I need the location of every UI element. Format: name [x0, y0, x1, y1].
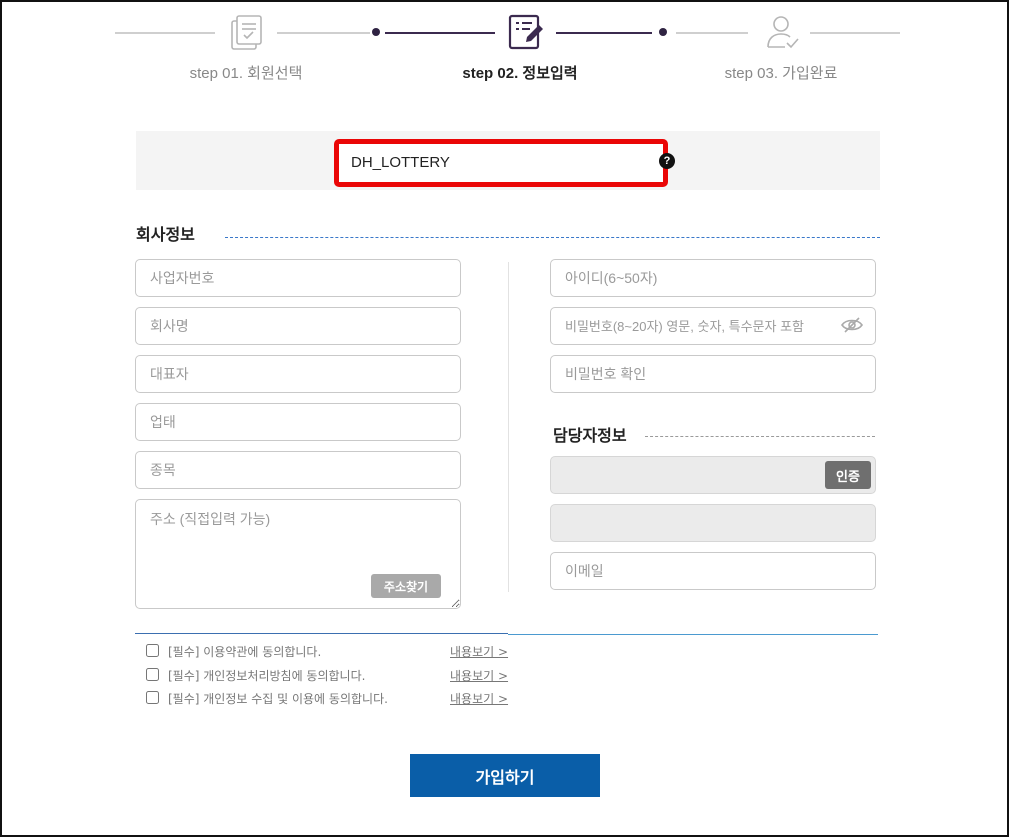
userid-input[interactable]	[550, 259, 876, 297]
password-input[interactable]	[550, 307, 876, 345]
step-dot	[659, 28, 667, 36]
user-check-icon	[767, 16, 799, 49]
document-check-icon	[231, 15, 262, 50]
form-divider	[508, 634, 878, 635]
business-item-input[interactable]	[135, 451, 461, 489]
terms-checkbox[interactable]	[146, 644, 159, 657]
step-line	[810, 32, 900, 34]
agreement-row: [필수] 개인정보 수집 및 이용에 동의합니다. 내용보기 >	[146, 690, 516, 708]
manager-name-input[interactable]	[550, 504, 876, 542]
step-line	[115, 32, 215, 34]
agreement-row: [필수] 이용약관에 동의합니다. 내용보기 >	[146, 643, 516, 661]
section-divider	[225, 237, 880, 238]
step-line-active	[385, 32, 495, 34]
email-input[interactable]	[550, 552, 876, 590]
address-search-button[interactable]: 주소찾기	[371, 574, 441, 598]
data-collection-checkbox[interactable]	[146, 691, 159, 704]
privacy-policy-checkbox[interactable]	[146, 668, 159, 681]
view-terms-link[interactable]: 내용보기 >	[450, 643, 508, 660]
column-divider	[508, 262, 509, 592]
verify-button[interactable]: 인증	[825, 461, 871, 489]
form-divider	[135, 633, 508, 634]
question-icon[interactable]: ?	[659, 153, 675, 169]
business-number-input[interactable]	[135, 259, 461, 297]
view-privacy-policy-link[interactable]: 내용보기 >	[450, 667, 508, 684]
section-divider	[645, 436, 875, 437]
step-1-label: step 01. 회원선택	[189, 65, 303, 82]
agreement-text: [필수] 개인정보 수집 및 이용에 동의합니다.	[168, 692, 388, 706]
company-name-input[interactable]	[135, 307, 461, 345]
agreement-row: [필수] 개인정보처리방침에 동의합니다. 내용보기 >	[146, 667, 516, 685]
step-line	[277, 32, 370, 34]
view-data-collection-link[interactable]: 내용보기 >	[450, 690, 508, 707]
step-dot	[372, 28, 380, 36]
signup-submit-button[interactable]: 가입하기	[410, 754, 600, 797]
agreement-text: [필수] 개인정보처리방침에 동의합니다.	[168, 669, 366, 683]
password-confirm-input[interactable]	[550, 355, 876, 393]
id-input[interactable]	[334, 139, 668, 187]
manager-info-title: 담당자정보	[553, 426, 627, 445]
representative-input[interactable]	[135, 355, 461, 393]
edit-document-icon	[508, 14, 543, 50]
step-2-label: step 02. 정보입력	[462, 65, 578, 82]
step-line-active	[556, 32, 652, 34]
business-type-input[interactable]	[135, 403, 461, 441]
step-line	[676, 32, 748, 34]
eye-off-icon[interactable]	[841, 317, 863, 333]
company-info-title: 회사정보	[136, 225, 195, 244]
step-3-label: step 03. 가입완료	[724, 65, 838, 82]
agreement-text: [필수] 이용약관에 동의합니다.	[168, 645, 322, 659]
